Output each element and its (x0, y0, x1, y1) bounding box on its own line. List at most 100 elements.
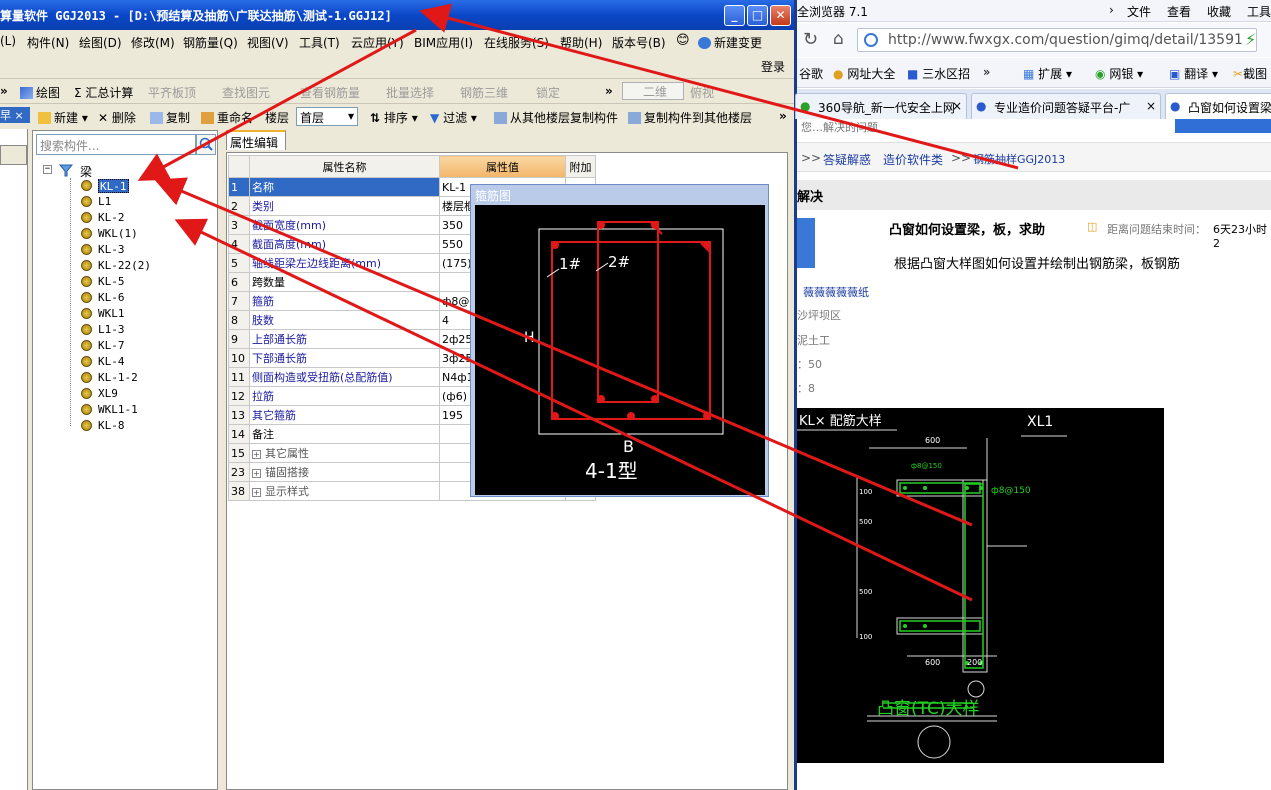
app-titlebar[interactable]: 算量软件 GGJ2013 - [D:\预结算及抽筋\广联达抽筋\测试-1.GGJ… (0, 0, 794, 30)
tree-item[interactable]: KL-22(2) (98, 259, 151, 273)
address-bar[interactable]: http://www.fwxgx.com/question/gimq/detai… (857, 28, 1257, 52)
tree-item[interactable]: KL-4 (98, 355, 125, 369)
cad-dim-500b: 500 (859, 588, 873, 596)
screenshot-button[interactable]: ✂截图 (1233, 65, 1267, 82)
top-view-dropdown[interactable]: 俯视 (690, 84, 714, 101)
header-extra: 附加 (565, 155, 596, 178)
tree-item[interactable]: KL-1 (98, 179, 129, 193)
summary-calc-button[interactable]: Σ 汇总计算 (74, 84, 133, 101)
tree-item[interactable]: XL9 (98, 387, 118, 401)
fav-url-nav[interactable]: ● 网址大全 (833, 65, 895, 82)
close-button[interactable]: ✕ (770, 5, 791, 26)
floor-select[interactable]: 首层 ▾ (296, 107, 358, 126)
sort-button[interactable]: ⇅ 排序 ▾ (370, 109, 418, 126)
collapse-toggle[interactable]: − (43, 165, 52, 174)
minimize-button[interactable]: _ (724, 5, 745, 26)
tree-item[interactable]: KL-8 (98, 419, 125, 433)
copy-to-floor-button[interactable]: 复制构件到其他楼层 (628, 109, 752, 126)
tree-root-beam[interactable]: 梁 (80, 163, 92, 180)
tree-item[interactable]: WKL1-1 (98, 403, 138, 417)
rename-button[interactable]: 重命名 (201, 109, 253, 126)
menu-item-online[interactable]: 在线服务(S) (484, 34, 549, 51)
browser-menu-tools[interactable]: 工具 (1247, 3, 1271, 20)
tree-item[interactable]: L1 (98, 195, 111, 209)
copy-from-floor-button[interactable]: 从其他楼层复制构件 (494, 109, 618, 126)
tree-item[interactable]: KL-3 (98, 243, 125, 257)
login-row: 登录 (0, 52, 794, 76)
fav-overflow-icon[interactable]: » (983, 65, 990, 79)
refresh-icon[interactable]: ↻ (803, 29, 818, 50)
tree-item[interactable]: KL-1-2 (98, 371, 138, 385)
menu-item-version[interactable]: 版本号(B) (612, 34, 666, 51)
toolbar-overflow-icon[interactable]: » (0, 84, 8, 98)
menu-item-tools[interactable]: 工具(T) (299, 34, 340, 51)
fav-google[interactable]: 谷歌 (799, 65, 823, 82)
flush-slab-button[interactable]: 平齐板顶 (148, 84, 196, 101)
draw-button[interactable]: 绘图 (20, 84, 60, 101)
batch-select-button[interactable]: 批量选择 (386, 84, 434, 101)
lock-button[interactable]: 锁定 (536, 84, 560, 101)
tree-item[interactable]: L1-3 (98, 323, 125, 337)
expand-icon[interactable]: + (252, 469, 261, 478)
ebank-button[interactable]: ◉ 网银 ▾ (1095, 65, 1143, 82)
cad-detail-image[interactable]: KL× 配筋大样 XL1 600 ф8@150 ф8@150 100 500 5… (797, 408, 1164, 763)
menu-item-draw[interactable]: 绘图(D) (79, 34, 122, 51)
login-link[interactable]: 登录 (761, 58, 785, 75)
2d-dropdown[interactable]: 二维 (622, 82, 684, 100)
tree-item[interactable]: KL-5 (98, 275, 125, 289)
copy-button[interactable]: 复制 (150, 109, 190, 126)
home-icon[interactable]: ⌂ (833, 29, 844, 49)
asker-name[interactable]: 薇薇薇薇薇纸 (803, 284, 869, 300)
toolbar-overflow-icon-3[interactable]: » (779, 109, 787, 123)
menu-item-l[interactable]: (L) (0, 34, 16, 48)
ext-button[interactable]: ▦ 扩展 ▾ (1023, 65, 1072, 82)
tree-item[interactable]: WKL(1) (98, 227, 138, 241)
browser-menu-file[interactable]: 文件 (1127, 3, 1151, 20)
tab-bay-window[interactable]: ● 凸窗如何设置梁 (1165, 93, 1271, 119)
menu-item-modify[interactable]: 修改(M) (131, 34, 175, 51)
menu-item-view[interactable]: 视图(V) (247, 34, 289, 51)
find-element-button[interactable]: 查找图元 (222, 84, 270, 101)
tree-item[interactable]: KL-7 (98, 339, 125, 353)
view-rebar-button[interactable]: 查看钢筋量 (300, 84, 360, 101)
tree-connector (70, 178, 71, 426)
menu-item-bim[interactable]: BIM应用(I) (414, 34, 473, 51)
delete-button[interactable]: ✕ 删除 (98, 109, 136, 126)
component-gear-icon (81, 276, 92, 287)
tree-item[interactable]: KL-2 (98, 211, 125, 225)
new-button[interactable]: 新建 ▾ (38, 109, 88, 126)
browser-menu-view[interactable]: 查看 (1167, 3, 1191, 20)
toolbar-overflow-icon-2[interactable]: » (605, 84, 613, 98)
new-change-link[interactable]: 新建变更 (698, 34, 762, 51)
browser-menu-favorites[interactable]: 收藏 (1207, 3, 1231, 20)
lightning-icon[interactable]: ⚡ (1245, 30, 1256, 49)
menu-item-help[interactable]: 帮助(H) (560, 34, 602, 51)
expand-icon[interactable]: + (252, 488, 261, 497)
tree-item[interactable]: KL-6 (98, 291, 125, 305)
breadcrumb-software[interactable]: 造价软件类 (883, 151, 943, 168)
tab-zaojia-platform[interactable]: ● 专业造价问题答疑平台-广 × (971, 93, 1161, 119)
nav-pane (0, 129, 28, 790)
tree-item[interactable]: WKL1 (98, 307, 125, 321)
menu-item-rebar[interactable]: 钢筋量(Q) (183, 34, 238, 51)
breadcrumb-qa[interactable]: 答疑解惑 (823, 151, 871, 168)
component-search-input[interactable]: 搜索构件... (36, 134, 196, 155)
tab-close-icon[interactable]: × (952, 99, 962, 113)
site-search-button[interactable] (1175, 119, 1271, 133)
nav-pane-button[interactable] (0, 145, 27, 165)
search-button[interactable] (196, 134, 216, 155)
menu-item-cloud[interactable]: 云应用(Y) (351, 34, 404, 51)
translate-button[interactable]: ▣ 翻译 ▾ (1169, 65, 1218, 82)
expand-icon[interactable]: + (252, 450, 261, 459)
filter-button[interactable]: ▼ 过滤 ▾ (430, 109, 477, 126)
tab-360-nav[interactable]: ● 360导航_新一代安全上网 × (795, 93, 967, 119)
avatar[interactable] (797, 218, 815, 268)
fav-sanshui[interactable]: ■ 三水区招 (907, 65, 970, 82)
tab-close-icon-2[interactable]: × (1146, 99, 1156, 113)
menu-item-component[interactable]: 构件(N) (27, 34, 69, 51)
breadcrumb-ggj[interactable]: 钢筋抽样GGJ2013 (973, 151, 1065, 167)
maximize-button[interactable]: □ (747, 5, 768, 26)
stirrup-diagram-popup[interactable]: 箍筋图 1# 2# H B 4-1型 (470, 184, 769, 497)
tab-property-edit[interactable]: 属性编辑 (226, 130, 286, 150)
rebar-3d-button[interactable]: 钢筋三维 (460, 84, 508, 101)
